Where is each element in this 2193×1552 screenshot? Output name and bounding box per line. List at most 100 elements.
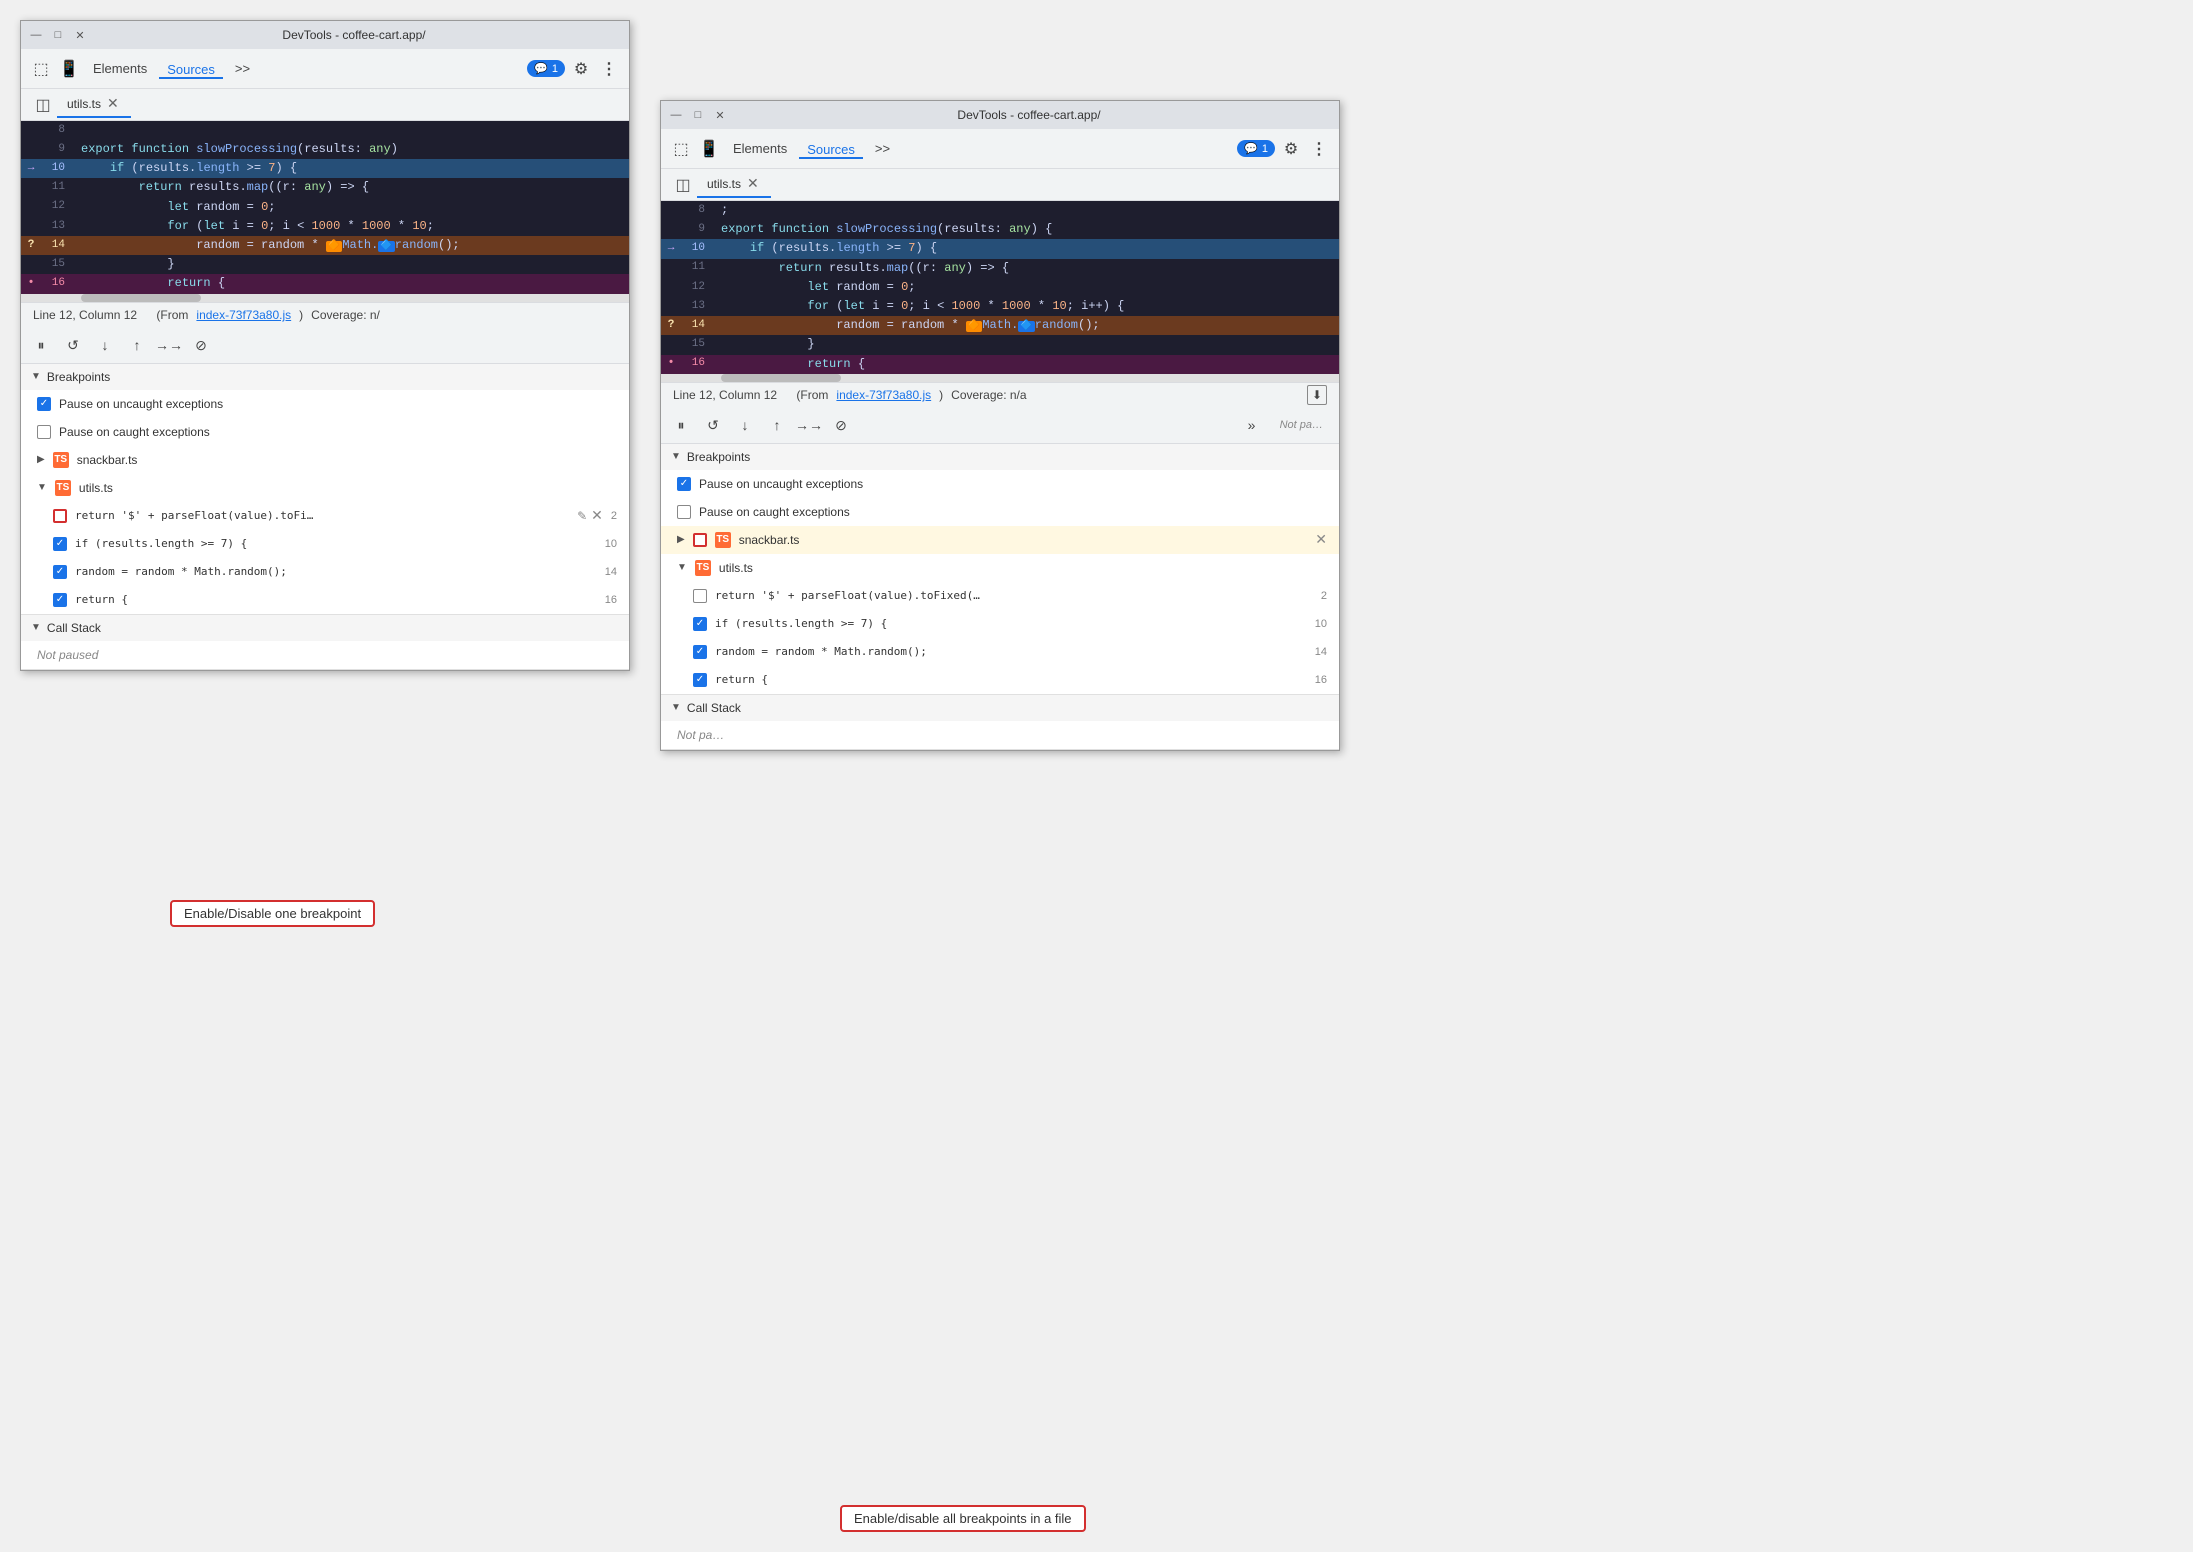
breakpoints-section-2: ▼ Breakpoints Pause on uncaught exceptio…: [661, 444, 1339, 695]
callstack-title-1: Call Stack: [47, 621, 101, 635]
code-line-15-1: 15 }: [21, 255, 629, 274]
bp-checkbox-2-2[interactable]: [693, 617, 707, 631]
sidebar-toggle-2[interactable]: ◫: [669, 171, 697, 199]
linecontent-13-2: for (let i = 0; i < 1000 * 1000 * 10; i+…: [717, 297, 1339, 316]
tab-elements-2[interactable]: Elements: [725, 137, 795, 160]
device-icon-2[interactable]: 📱: [697, 137, 721, 161]
linecontent-10-2: if (results.length >= 7) {: [717, 239, 1339, 258]
step-into-btn-2[interactable]: ↓: [733, 413, 757, 437]
settings-icon-2[interactable]: ⚙: [1279, 137, 1303, 161]
bp-checkbox-3-2[interactable]: [693, 645, 707, 659]
chevron-right-snackbar-1: ▶: [37, 454, 45, 465]
code-line-10-2: → 10 if (results.length >= 7) {: [661, 239, 1339, 258]
more-panels-btn-2[interactable]: »: [1240, 413, 1264, 437]
snackbar-icon-2: TS: [715, 532, 731, 548]
deactivate-btn-1[interactable]: ⊘: [189, 333, 213, 357]
step-over-btn-2[interactable]: ↺: [701, 413, 725, 437]
continue-btn-2[interactable]: →→: [797, 413, 821, 437]
code-editor-2: 8 ; 9 export function slowProcessing(res…: [661, 201, 1339, 374]
message-badge-2[interactable]: 💬 1: [1237, 140, 1275, 157]
step-over-btn-1[interactable]: ↺: [61, 333, 85, 357]
source-prefix-2: (From: [796, 388, 828, 402]
more-options-2[interactable]: ⋮: [1307, 137, 1331, 161]
linenum-11-1: 11: [41, 179, 77, 197]
tab-sources-2[interactable]: Sources: [799, 138, 863, 159]
callstack-header-2[interactable]: ▼ Call Stack: [661, 695, 1339, 721]
console-drawer-btn[interactable]: ⬇: [1307, 385, 1327, 405]
file-tab-close-2[interactable]: ✕: [745, 175, 761, 192]
device-icon[interactable]: 📱: [57, 57, 81, 81]
bp-checkbox-4-1[interactable]: [53, 593, 67, 607]
pause-caught-checkbox-2[interactable]: [677, 505, 691, 519]
bp-checkbox-3-1[interactable]: [53, 565, 67, 579]
bp-linenum-4-1: 16: [605, 594, 617, 606]
callstack-header-1[interactable]: ▼ Call Stack: [21, 615, 629, 641]
settings-icon-1[interactable]: ⚙: [569, 57, 593, 81]
pause-uncaught-checkbox-1[interactable]: [37, 397, 51, 411]
bp-checkbox-1-2[interactable]: [693, 589, 707, 603]
linenum-16-2: 16: [681, 355, 717, 373]
tab-elements-1[interactable]: Elements: [85, 57, 155, 80]
snackbar-close-2[interactable]: ✕: [1315, 531, 1327, 548]
bp-close-icon-1[interactable]: ✕: [591, 507, 603, 524]
message-icon-1: 💬: [534, 62, 548, 75]
callstack-section-1: ▼ Call Stack Not paused: [21, 615, 629, 670]
linecontent-15-2: }: [717, 335, 1339, 354]
linecontent-10-1: if (results.length >= 7) {: [77, 159, 629, 178]
bp-checkbox-2-1[interactable]: [53, 537, 67, 551]
chevron-down-callstack-1: ▼: [31, 622, 41, 633]
bp-item-1-2: return '$' + parseFloat(value).toFixed(……: [661, 582, 1339, 610]
deactivate-btn-2[interactable]: ⊘: [829, 413, 853, 437]
tab-sources-1[interactable]: Sources: [159, 58, 223, 79]
breakpoints-header-2[interactable]: ▼ Breakpoints: [661, 444, 1339, 470]
tooltip-area-2: Enable/disable all breakpoints in a file: [840, 1485, 1086, 1532]
file-tab-utils-2[interactable]: utils.ts ✕: [697, 171, 771, 198]
code-line-13-1: 13 for (let i = 0; i < 1000 * 1000 * 10;: [21, 217, 629, 236]
close-btn-2[interactable]: ✕: [713, 108, 727, 122]
file-tab-close-1[interactable]: ✕: [105, 95, 121, 112]
source-link-2[interactable]: index-73f73a80.js: [836, 388, 931, 402]
message-badge-1[interactable]: 💬 1: [527, 60, 565, 77]
chevron-down-icon-1: ▼: [31, 371, 41, 382]
snackbar-all-checkbox-2[interactable]: [693, 533, 707, 547]
more-options-1[interactable]: ⋮: [597, 57, 621, 81]
breakpoints-header-1[interactable]: ▼ Breakpoints: [21, 364, 629, 390]
pause-uncaught-checkbox-2[interactable]: [677, 477, 691, 491]
scrollbar-h-2[interactable]: [661, 374, 1339, 382]
pause-btn-1[interactable]: ⏸: [29, 333, 53, 357]
linenum-14-2: 14: [681, 317, 717, 335]
step-out-btn-1[interactable]: ↑: [125, 333, 149, 357]
close-btn-1[interactable]: ✕: [73, 28, 87, 42]
file-tab-utils-1[interactable]: utils.ts ✕: [57, 91, 131, 118]
step-into-btn-1[interactable]: ↓: [93, 333, 117, 357]
linecontent-12-2: let random = 0;: [717, 278, 1339, 297]
minimize-btn-2[interactable]: —: [669, 108, 683, 122]
pause-caught-checkbox-1[interactable]: [37, 425, 51, 439]
continue-btn-1[interactable]: →→: [157, 333, 181, 357]
pause-btn-2[interactable]: ⏸: [669, 413, 693, 437]
bp-checkbox-4-2[interactable]: [693, 673, 707, 687]
snackbar-icon-1: TS: [53, 452, 69, 468]
code-line-16-1: • 16 return {: [21, 274, 629, 293]
source-link-1[interactable]: index-73f73a80.js: [196, 308, 291, 322]
maximize-btn-2[interactable]: □: [691, 108, 705, 122]
minimize-btn-1[interactable]: —: [29, 28, 43, 42]
tab-more-2[interactable]: >>: [867, 137, 898, 160]
utils-filename-2: utils.ts: [719, 561, 753, 575]
bp-checkbox-1-1[interactable]: [53, 509, 67, 523]
status-bar-2: Line 12, Column 12 (From index-73f73a80.…: [661, 382, 1339, 408]
maximize-btn-1[interactable]: □: [51, 28, 65, 42]
linenum-8-2: 8: [681, 202, 717, 220]
sidebar-toggle-1[interactable]: ◫: [29, 91, 57, 119]
bp-linenum-3-2: 14: [1315, 646, 1327, 658]
bp-edit-icon-1[interactable]: ✎: [577, 509, 587, 523]
tab-more-1[interactable]: >>: [227, 57, 258, 80]
inspect-icon[interactable]: ⬚: [29, 57, 53, 81]
callstack-sub-1: Not paused: [21, 641, 629, 669]
marker-10-1: →: [21, 160, 41, 178]
linenum-10-2: 10: [681, 240, 717, 258]
pause-caught-label-2: Pause on caught exceptions: [699, 505, 850, 519]
inspect-icon-2[interactable]: ⬚: [669, 137, 693, 161]
step-out-btn-2[interactable]: ↑: [765, 413, 789, 437]
scrollbar-h-1[interactable]: [21, 294, 629, 302]
